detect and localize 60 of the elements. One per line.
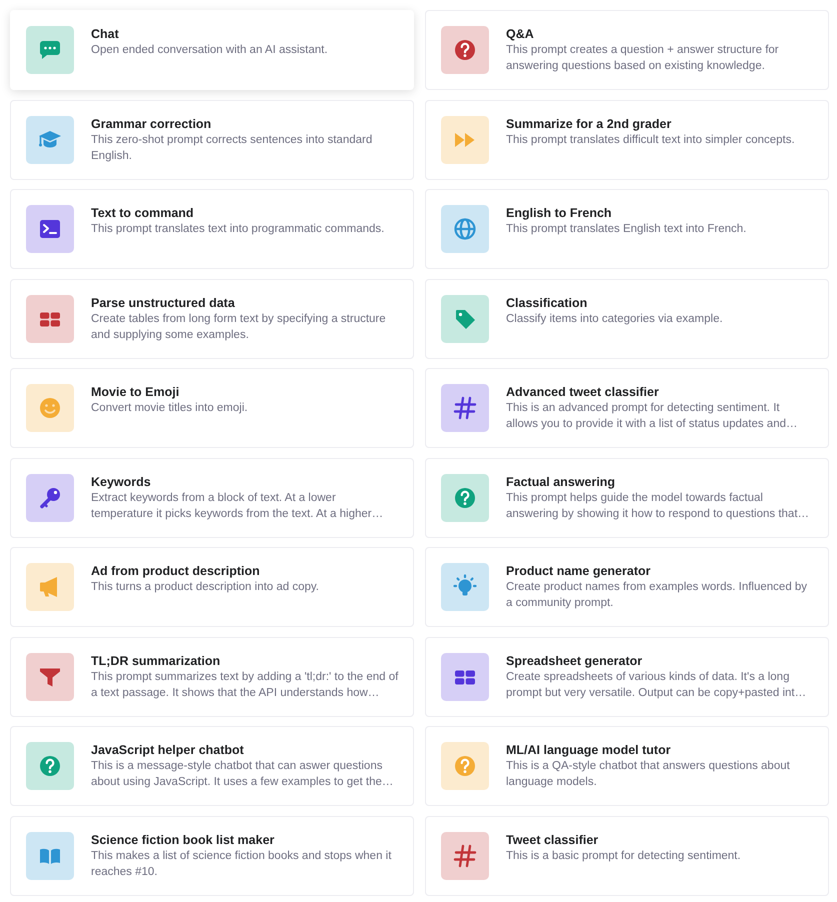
prompt-card[interactable]: Text to command This prompt translates text into programmatic commands.: [10, 189, 414, 269]
prompt-description: Convert movie titles into emoji.: [91, 401, 249, 416]
prompt-description: This prompt summarizes text by adding a 'tl;dr:' to the end of a text passage. It shows that the API understands how…: [91, 670, 399, 700]
prompt-card[interactable]: English to French This prompt translates English text into French.: [425, 189, 829, 269]
prompt-title: Spreadsheet generator: [506, 652, 644, 668]
prompt-card[interactable]: Classification Classify items into categories via example.: [425, 278, 829, 358]
prompt-title: Chat: [91, 26, 120, 42]
prompt-description: This turns a product description into ad copy.: [91, 580, 320, 595]
prompt-title: English to French: [506, 205, 613, 221]
prompt-description: Create tables from long form text by specifying a structure and supplying some examples.: [91, 312, 387, 342]
prompt-card[interactable]: Grammar correction This zero-shot prompt corrects sentences into standard English.: [10, 100, 414, 180]
prompt-title: Keywords: [91, 474, 152, 490]
prompt-title: Tweet classifier: [506, 832, 600, 848]
prompt-card[interactable]: Ad from product description This turns a product description into ad copy.: [10, 547, 414, 627]
prompt-card[interactable]: Factual answering This prompt helps guide the model towards factual answering by showing it how to respond to questions that…: [425, 458, 829, 538]
prompt-description: Create product names from examples words. Influenced by a community prompt.: [506, 580, 808, 611]
prompt-title: Product name generator: [506, 563, 652, 579]
prompt-description: This prompt translates text into programmatic commands.: [91, 222, 386, 237]
prompt-card[interactable]: ML/AI language model tutor This is a QA-style chatbot that answers questions about language models.: [425, 726, 829, 806]
prompt-title: Factual answering: [506, 474, 616, 490]
prompt-description: This prompt creates a question + answer structure for answering questions based on existing knowledge.: [506, 43, 780, 74]
prompt-card[interactable]: Summarize for a 2nd grader This prompt translates difficult text into simpler concepts.: [425, 100, 829, 180]
prompt-description: This is a message-style chatbot that can aswer questions about using JavaScript. It uses a few examples to get the…: [91, 759, 394, 790]
prompt-title: Movie to Emoji: [91, 384, 180, 400]
prompt-card[interactable]: Parse unstructured data Create tables from long form text by specifying a structure and supplying some examples.: [10, 278, 414, 358]
prompt-card[interactable]: Movie to Emoji Convert movie titles into emoji.: [10, 368, 414, 448]
prompt-title: Q&A: [506, 26, 535, 42]
prompt-card[interactable]: Tweet classifier This is a basic prompt for detecting sentiment.: [425, 816, 829, 896]
prompt-card[interactable]: Spreadsheet generator Create spreadsheets of various kinds of data. It's a long prompt but very versatile. Output can be copy+pasted int…: [425, 636, 829, 716]
prompt-title: JavaScript helper chatbot: [91, 742, 245, 758]
prompt-description: This is a basic prompt for detecting sentiment.: [506, 848, 742, 864]
prompt-description: Extract keywords from a block of text. At a lower temperature it picks keywords from the text. At a higher…: [91, 490, 384, 522]
prompt-title: Advanced tweet classifier: [506, 384, 660, 400]
prompt-description: This prompt translates difficult text into simpler concepts.: [506, 132, 796, 148]
prompt-title: Classification: [506, 294, 588, 310]
prompt-card[interactable]: TL;DR summarization This prompt summarizes text by adding a 'tl;dr:' to the end of a text passage. It shows that the API understands how…: [10, 636, 414, 716]
prompt-card[interactable]: JavaScript helper chatbot This is a message-style chatbot that can aswer questions about using JavaScript. It uses a few examples to get the…: [10, 726, 414, 806]
prompt-card[interactable]: Science fiction book list maker This makes a list of science fiction books and stops when it reaches #10.: [10, 816, 414, 896]
prompt-description: Classify items into categories via example.: [506, 312, 724, 326]
prompt-description: This is an advanced prompt for detecting sentiment. It allows you to provide it with a list of status updates and…: [506, 401, 798, 432]
prompt-card[interactable]: Chat Open ended conversation with an AI assistant.: [10, 10, 414, 90]
prompt-card[interactable]: Keywords Extract keywords from a block of text. At a lower temperature it picks keywords from the text. At a higher…: [10, 458, 414, 538]
prompt-title: Grammar correction: [91, 116, 212, 132]
prompt-description: This makes a list of science fiction books and stops when it reaches #10.: [91, 848, 392, 880]
prompt-description: This zero-shot prompt corrects sentences into standard English.: [91, 132, 374, 164]
prompt-card[interactable]: Product name generator Create product names from examples words. Influenced by a community prompt.: [425, 547, 829, 627]
prompt-description: This is a QA-style chatbot that answers questions about language models.: [506, 759, 791, 790]
prompt-description: This prompt translates English text into French.: [506, 222, 748, 237]
prompt-description: This prompt helps guide the model towards factual answering by showing it how to respond to questions that…: [506, 490, 810, 522]
prompt-title: Text to command: [91, 205, 195, 221]
prompt-title: Ad from product description: [91, 563, 261, 579]
prompt-title: Summarize for a 2nd grader: [506, 116, 672, 132]
prompt-title: TL;DR summarization: [91, 652, 222, 668]
prompt-description: Create spreadsheets of various kinds of data. It's a long prompt but very versatile. Output can be copy+pasted int…: [506, 670, 808, 700]
prompt-title: ML/AI language model tutor: [506, 742, 672, 758]
prompt-title: Parse unstructured data: [91, 294, 236, 310]
prompt-description: Open ended conversation with an AI assistant.: [91, 43, 329, 58]
prompt-card[interactable]: Advanced tweet classifier This is an advanced prompt for detecting sentiment. It allows you to provide it with a list of status updates and…: [425, 368, 829, 448]
prompt-title: Science fiction book list maker: [91, 832, 276, 848]
prompt-card[interactable]: Q&A This prompt creates a question + answer structure for answering questions based on existing knowledge.: [425, 10, 829, 90]
